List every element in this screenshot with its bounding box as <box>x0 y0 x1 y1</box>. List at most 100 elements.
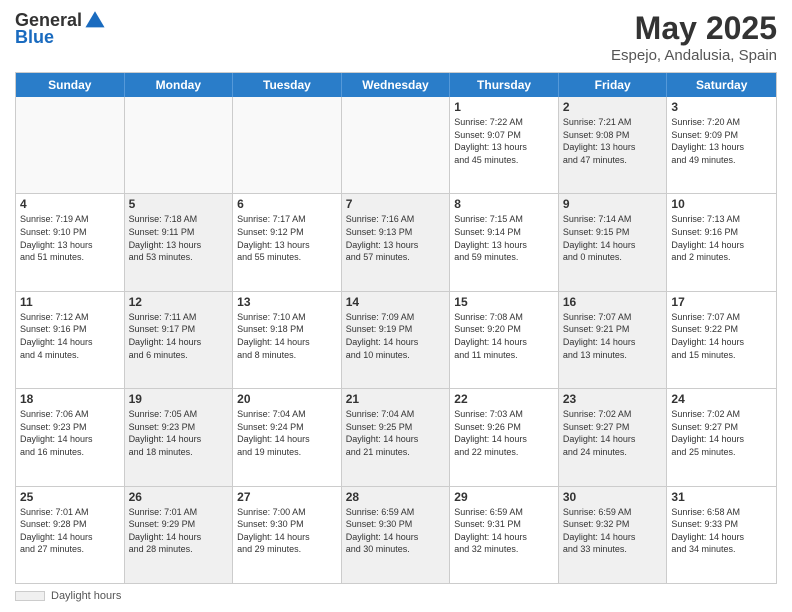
cal-cell-1-3: 7Sunrise: 7:16 AM Sunset: 9:13 PM Daylig… <box>342 194 451 290</box>
cal-cell-2-2: 13 Sunrise: 7:10 AM Sunset: 9:18 PM Dayli… <box>233 292 342 388</box>
cell-text: Sunrise: 7:13 AM Sunset: 9:16 PM Dayligh… <box>671 213 772 263</box>
header: General Blue May 2025 Espejo, Andalusia,… <box>15 10 777 64</box>
footer: Daylight hours <box>15 590 777 602</box>
logo-icon <box>84 9 106 31</box>
cal-header-saturday: Saturday <box>667 73 776 97</box>
cal-cell-1-5: 9Sunrise: 7:14 AM Sunset: 9:15 PM Daylig… <box>559 194 668 290</box>
day-number: 13 <box>237 295 337 309</box>
cal-cell-4-2: 27 Sunrise: 7:00 AM Sunset: 9:30 PM Dayli… <box>233 487 342 583</box>
calendar: SundayMondayTuesdayWednesdayThursdayFrid… <box>15 72 777 584</box>
day-number: 27 <box>237 490 337 504</box>
day-number: 5 <box>129 197 229 211</box>
day-number: 6 <box>237 197 337 211</box>
day-number: 4 <box>20 197 120 211</box>
cal-cell-3-4: 22 Sunrise: 7:03 AM Sunset: 9:26 PM Dayli… <box>450 389 559 485</box>
cal-cell-3-5: 23 Sunrise: 7:02 AM Sunset: 9:27 PM Dayli… <box>559 389 668 485</box>
cell-text: Sunrise: 7:05 AM Sunset: 9:23 PM Dayligh… <box>129 408 229 458</box>
day-number: 9 <box>563 197 663 211</box>
cal-cell-0-6: 3 Sunrise: 7:20 AM Sunset: 9:09 PM Daylig… <box>667 97 776 193</box>
cal-cell-4-4: 29Sunrise: 6:59 AM Sunset: 9:31 PM Dayli… <box>450 487 559 583</box>
day-number: 22 <box>454 392 554 406</box>
cal-cell-4-6: 31 Sunrise: 6:58 AM Sunset: 9:33 PM Dayli… <box>667 487 776 583</box>
page: General Blue May 2025 Espejo, Andalusia,… <box>0 0 792 612</box>
cell-text: Sunrise: 7:22 AM Sunset: 9:07 PM Dayligh… <box>454 116 554 166</box>
cal-row-4: 25Sunrise: 7:01 AM Sunset: 9:28 PM Dayli… <box>16 486 776 583</box>
day-number: 14 <box>346 295 446 309</box>
cell-text: Sunrise: 7:19 AM Sunset: 9:10 PM Dayligh… <box>20 213 120 263</box>
day-number: 29 <box>454 490 554 504</box>
cell-text: Sunrise: 7:03 AM Sunset: 9:26 PM Dayligh… <box>454 408 554 458</box>
day-number: 11 <box>20 295 120 309</box>
day-number: 30 <box>563 490 663 504</box>
cal-cell-0-3 <box>342 97 451 193</box>
cal-row-1: 4 Sunrise: 7:19 AM Sunset: 9:10 PM Daylig… <box>16 193 776 290</box>
cell-text: Sunrise: 7:20 AM Sunset: 9:09 PM Dayligh… <box>671 116 772 166</box>
cal-cell-3-2: 20Sunrise: 7:04 AM Sunset: 9:24 PM Dayli… <box>233 389 342 485</box>
cell-text: Sunrise: 7:15 AM Sunset: 9:14 PM Dayligh… <box>454 213 554 263</box>
cal-header-thursday: Thursday <box>450 73 559 97</box>
cell-text: Sunrise: 7:09 AM Sunset: 9:19 PM Dayligh… <box>346 311 446 361</box>
cal-cell-0-4: 1 Sunrise: 7:22 AM Sunset: 9:07 PM Daylig… <box>450 97 559 193</box>
cal-cell-4-0: 25Sunrise: 7:01 AM Sunset: 9:28 PM Dayli… <box>16 487 125 583</box>
calendar-title: May 2025 <box>611 10 777 47</box>
day-number: 3 <box>671 100 772 114</box>
cal-cell-4-3: 28Sunrise: 6:59 AM Sunset: 9:30 PM Dayli… <box>342 487 451 583</box>
title-block: May 2025 Espejo, Andalusia, Spain <box>611 10 777 64</box>
day-number: 15 <box>454 295 554 309</box>
cal-cell-3-6: 24 Sunrise: 7:02 AM Sunset: 9:27 PM Dayli… <box>667 389 776 485</box>
cal-cell-0-0 <box>16 97 125 193</box>
cell-text: Sunrise: 6:59 AM Sunset: 9:32 PM Dayligh… <box>563 506 663 556</box>
day-number: 8 <box>454 197 554 211</box>
cal-cell-1-0: 4 Sunrise: 7:19 AM Sunset: 9:10 PM Daylig… <box>16 194 125 290</box>
cal-row-3: 18Sunrise: 7:06 AM Sunset: 9:23 PM Dayli… <box>16 388 776 485</box>
cell-text: Sunrise: 7:07 AM Sunset: 9:22 PM Dayligh… <box>671 311 772 361</box>
cell-text: Sunrise: 7:11 AM Sunset: 9:17 PM Dayligh… <box>129 311 229 361</box>
day-number: 10 <box>671 197 772 211</box>
cell-text: Sunrise: 7:10 AM Sunset: 9:18 PM Dayligh… <box>237 311 337 361</box>
cell-text: Sunrise: 7:04 AM Sunset: 9:25 PM Dayligh… <box>346 408 446 458</box>
day-number: 12 <box>129 295 229 309</box>
cal-cell-1-6: 10 Sunrise: 7:13 AM Sunset: 9:16 PM Dayli… <box>667 194 776 290</box>
cell-text: Sunrise: 7:08 AM Sunset: 9:20 PM Dayligh… <box>454 311 554 361</box>
day-number: 31 <box>671 490 772 504</box>
cell-text: Sunrise: 7:00 AM Sunset: 9:30 PM Dayligh… <box>237 506 337 556</box>
day-number: 1 <box>454 100 554 114</box>
day-number: 21 <box>346 392 446 406</box>
logo-block: General Blue <box>15 10 106 48</box>
cal-cell-0-5: 2 Sunrise: 7:21 AM Sunset: 9:08 PM Daylig… <box>559 97 668 193</box>
cal-cell-0-2 <box>233 97 342 193</box>
cal-cell-2-4: 15 Sunrise: 7:08 AM Sunset: 9:20 PM Dayli… <box>450 292 559 388</box>
cell-text: Sunrise: 7:02 AM Sunset: 9:27 PM Dayligh… <box>563 408 663 458</box>
cal-cell-1-1: 5Sunrise: 7:18 AM Sunset: 9:11 PM Daylig… <box>125 194 234 290</box>
cal-cell-2-0: 11 Sunrise: 7:12 AM Sunset: 9:16 PM Dayli… <box>16 292 125 388</box>
cell-text: Sunrise: 7:17 AM Sunset: 9:12 PM Dayligh… <box>237 213 337 263</box>
day-number: 23 <box>563 392 663 406</box>
cal-cell-4-5: 30 Sunrise: 6:59 AM Sunset: 9:32 PM Dayli… <box>559 487 668 583</box>
cal-cell-2-1: 12 Sunrise: 7:11 AM Sunset: 9:17 PM Dayli… <box>125 292 234 388</box>
day-number: 17 <box>671 295 772 309</box>
cell-text: Sunrise: 7:01 AM Sunset: 9:29 PM Dayligh… <box>129 506 229 556</box>
footer-label: Daylight hours <box>51 590 121 602</box>
cal-cell-3-0: 18Sunrise: 7:06 AM Sunset: 9:23 PM Dayli… <box>16 389 125 485</box>
cal-cell-3-3: 21 Sunrise: 7:04 AM Sunset: 9:25 PM Dayli… <box>342 389 451 485</box>
cal-row-0: 1 Sunrise: 7:22 AM Sunset: 9:07 PM Daylig… <box>16 97 776 193</box>
cal-row-2: 11 Sunrise: 7:12 AM Sunset: 9:16 PM Dayli… <box>16 291 776 388</box>
day-number: 20 <box>237 392 337 406</box>
cal-header-friday: Friday <box>559 73 668 97</box>
cal-cell-2-3: 14 Sunrise: 7:09 AM Sunset: 9:19 PM Dayli… <box>342 292 451 388</box>
cell-text: Sunrise: 7:12 AM Sunset: 9:16 PM Dayligh… <box>20 311 120 361</box>
cal-cell-0-1 <box>125 97 234 193</box>
day-number: 16 <box>563 295 663 309</box>
calendar-header: SundayMondayTuesdayWednesdayThursdayFrid… <box>16 73 776 97</box>
logo: General Blue <box>15 10 106 48</box>
cal-cell-1-4: 8 Sunrise: 7:15 AM Sunset: 9:14 PM Daylig… <box>450 194 559 290</box>
cal-header-tuesday: Tuesday <box>233 73 342 97</box>
cal-cell-3-1: 19Sunrise: 7:05 AM Sunset: 9:23 PM Dayli… <box>125 389 234 485</box>
cell-text: Sunrise: 7:02 AM Sunset: 9:27 PM Dayligh… <box>671 408 772 458</box>
day-number: 2 <box>563 100 663 114</box>
day-number: 7 <box>346 197 446 211</box>
day-number: 24 <box>671 392 772 406</box>
cell-text: Sunrise: 7:21 AM Sunset: 9:08 PM Dayligh… <box>563 116 663 166</box>
cell-text: Sunrise: 6:58 AM Sunset: 9:33 PM Dayligh… <box>671 506 772 556</box>
day-number: 26 <box>129 490 229 504</box>
